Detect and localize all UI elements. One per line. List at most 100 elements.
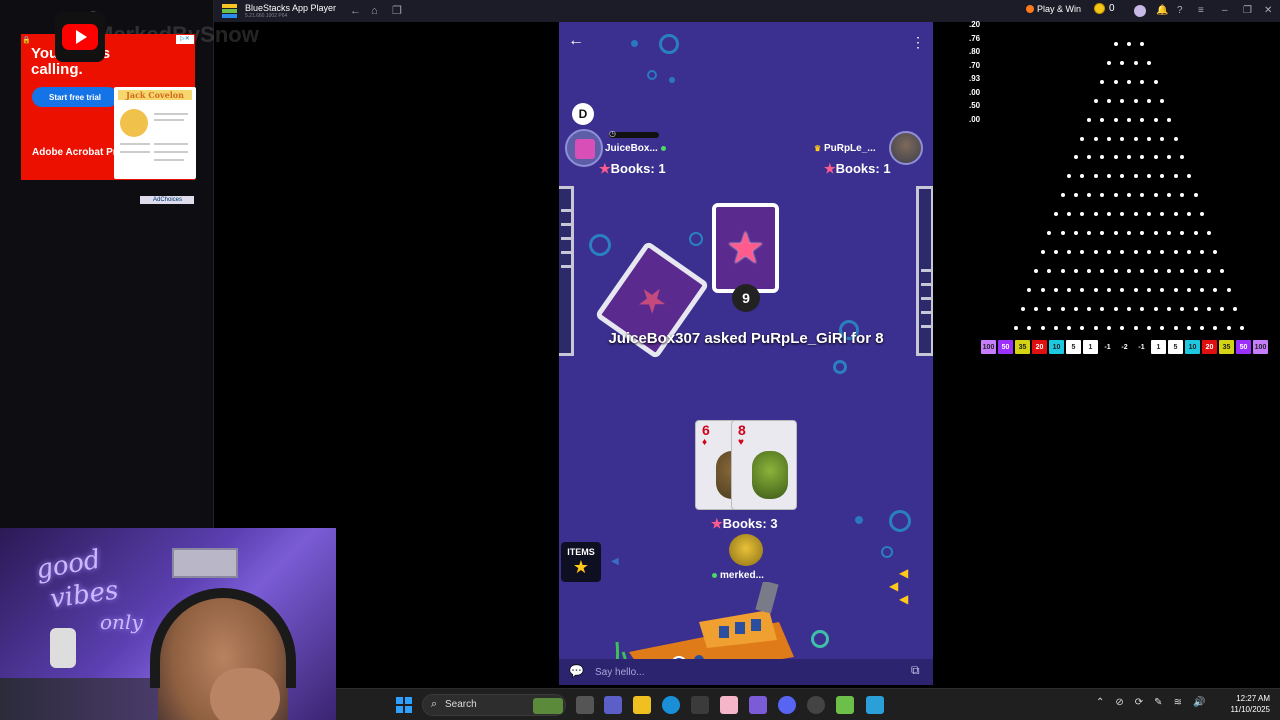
doc-line <box>120 143 150 145</box>
recent-apps-icon[interactable]: ❐ <box>392 4 402 18</box>
chat-icon[interactable]: 💬 <box>569 664 584 678</box>
plinko-peg <box>1100 268 1105 273</box>
store-icon[interactable] <box>691 696 709 714</box>
system-tray: ⌃ ⊘ ⟳ ✎ ≋ 🔊 <box>1096 697 1205 708</box>
plinko-peg <box>1047 268 1052 273</box>
plinko-peg <box>1180 231 1185 235</box>
menu-icon[interactable]: ≡ <box>1198 4 1204 18</box>
player2-name[interactable]: ♛ PuRpLe_... <box>814 143 876 154</box>
player2-avatar[interactable] <box>889 131 923 165</box>
restore-icon[interactable]: ❐ <box>1243 4 1252 18</box>
ad-close-icon[interactable]: ▷✕ <box>176 35 194 44</box>
plinko-peg <box>1160 287 1165 292</box>
play-win-button[interactable]: Play & Win <box>1026 4 1081 14</box>
plinko-peg <box>1193 193 1198 198</box>
plinko-peg <box>1133 136 1138 141</box>
plinko-peg <box>1127 117 1131 122</box>
starfish-icon: ★ <box>824 161 836 176</box>
home-icon[interactable]: ⌂ <box>371 4 378 18</box>
help-icon[interactable]: ? <box>1177 4 1183 18</box>
my-books-text: Books: 3 <box>722 516 778 531</box>
draw-pile-card[interactable]: ★ <box>712 203 779 293</box>
file-explorer-icon[interactable] <box>633 696 651 714</box>
wifi-icon[interactable]: ≋ <box>1174 697 1182 708</box>
notification-bell-icon[interactable]: 🔔 <box>1156 4 1168 18</box>
notepad-icon[interactable] <box>866 696 884 714</box>
plinko-peg <box>1107 325 1112 330</box>
plinko-peg <box>1200 325 1205 330</box>
plinko-peg <box>1080 174 1085 179</box>
task-view-icon[interactable] <box>576 696 594 714</box>
close-icon[interactable]: ✕ <box>1264 4 1272 18</box>
notifications-off-icon[interactable]: ⊘ <box>1115 697 1123 708</box>
taskbar-clock[interactable]: 12:27 AM 11/10/2025 <box>1216 693 1270 715</box>
minimize-icon[interactable]: – <box>1222 4 1228 18</box>
sync-icon[interactable]: ⟳ <box>1135 697 1143 708</box>
my-avatar[interactable] <box>729 534 763 566</box>
bubble-decoration <box>881 546 893 558</box>
items-button[interactable]: ITEMS ★ <box>561 542 601 582</box>
plinko-peg <box>1133 212 1138 217</box>
plinko-bucket: 35 <box>1219 340 1234 354</box>
plinko-peg <box>1146 174 1151 179</box>
plinko-peg <box>1107 98 1112 103</box>
plinko-peg <box>1073 155 1078 160</box>
plinko-peg <box>1186 174 1191 179</box>
card-suit: ♦ <box>702 437 708 448</box>
copilot-icon[interactable] <box>749 696 767 714</box>
doc-line <box>154 159 184 161</box>
sticker-icon[interactable]: ⧉ <box>911 663 920 678</box>
plinko-peg <box>1140 306 1145 311</box>
back-icon[interactable]: ← <box>350 4 361 18</box>
plinko-bucket: 10 <box>1185 340 1200 354</box>
account-avatar-icon[interactable] <box>1134 5 1146 17</box>
ad-card[interactable]: You n job's calling. Start free trial Ad… <box>21 34 196 180</box>
chat-input[interactable] <box>595 663 895 681</box>
plinko-peg <box>1193 231 1198 235</box>
edge-icon[interactable] <box>662 696 680 714</box>
tray-overflow-icon[interactable]: ⌃ <box>1096 697 1104 708</box>
plinko-peg <box>1080 325 1085 330</box>
obs-icon[interactable] <box>807 696 825 714</box>
player1-avatar[interactable] <box>565 129 603 167</box>
start-trial-button[interactable]: Start free trial <box>32 87 118 107</box>
volume-icon[interactable]: 🔊 <box>1193 697 1205 708</box>
plinko-peg <box>1033 268 1038 273</box>
hand-card[interactable]: 8 ♥ <box>731 420 797 510</box>
coin-balance[interactable]: 0 <box>1094 3 1115 14</box>
discord-icon[interactable] <box>778 696 796 714</box>
card-edge <box>921 283 931 286</box>
player1-name[interactable]: JuiceBox... <box>605 143 666 154</box>
plinko-peg <box>1173 136 1178 141</box>
plinko-peg <box>1127 231 1131 235</box>
plinko-peg <box>1100 231 1105 235</box>
adchoices-badge[interactable]: AdChoices <box>140 196 194 204</box>
plinko-peg <box>1067 287 1072 292</box>
fish-icon: ◀ <box>899 566 909 580</box>
lock-icon: 🔒 <box>22 37 31 44</box>
plinko-peg <box>1153 117 1158 122</box>
more-options-icon[interactable]: ⋮ <box>911 34 925 51</box>
plinko-peg <box>1166 117 1171 122</box>
pen-icon[interactable]: ✎ <box>1154 697 1162 708</box>
plinko-peg <box>1100 155 1105 160</box>
plinko-peg <box>1073 268 1078 273</box>
search-highlight-image <box>533 698 563 714</box>
starfish-icon: ★ <box>725 223 766 273</box>
plinko-peg <box>1127 193 1131 198</box>
bubble-decoration <box>811 630 829 648</box>
bluestacks-taskbar-icon[interactable] <box>836 696 854 714</box>
app-version: 5.21.660.1002 P64 <box>245 13 288 19</box>
air-conditioner <box>172 548 238 578</box>
plinko-peg <box>1127 155 1131 160</box>
plinko-multiplier: .70 <box>969 60 981 70</box>
plinko-peg <box>1133 174 1138 179</box>
player1-name-text: JuiceBox... <box>605 143 658 154</box>
back-arrow-icon[interactable]: ← <box>568 32 584 50</box>
taskbar-search[interactable]: ⌕ Search <box>422 694 566 716</box>
start-menu-icon[interactable] <box>396 697 412 713</box>
app-icon[interactable] <box>720 696 738 714</box>
starfish-icon: ★ <box>711 516 723 531</box>
plinko-peg <box>1146 60 1151 65</box>
teams-icon[interactable] <box>604 696 622 714</box>
